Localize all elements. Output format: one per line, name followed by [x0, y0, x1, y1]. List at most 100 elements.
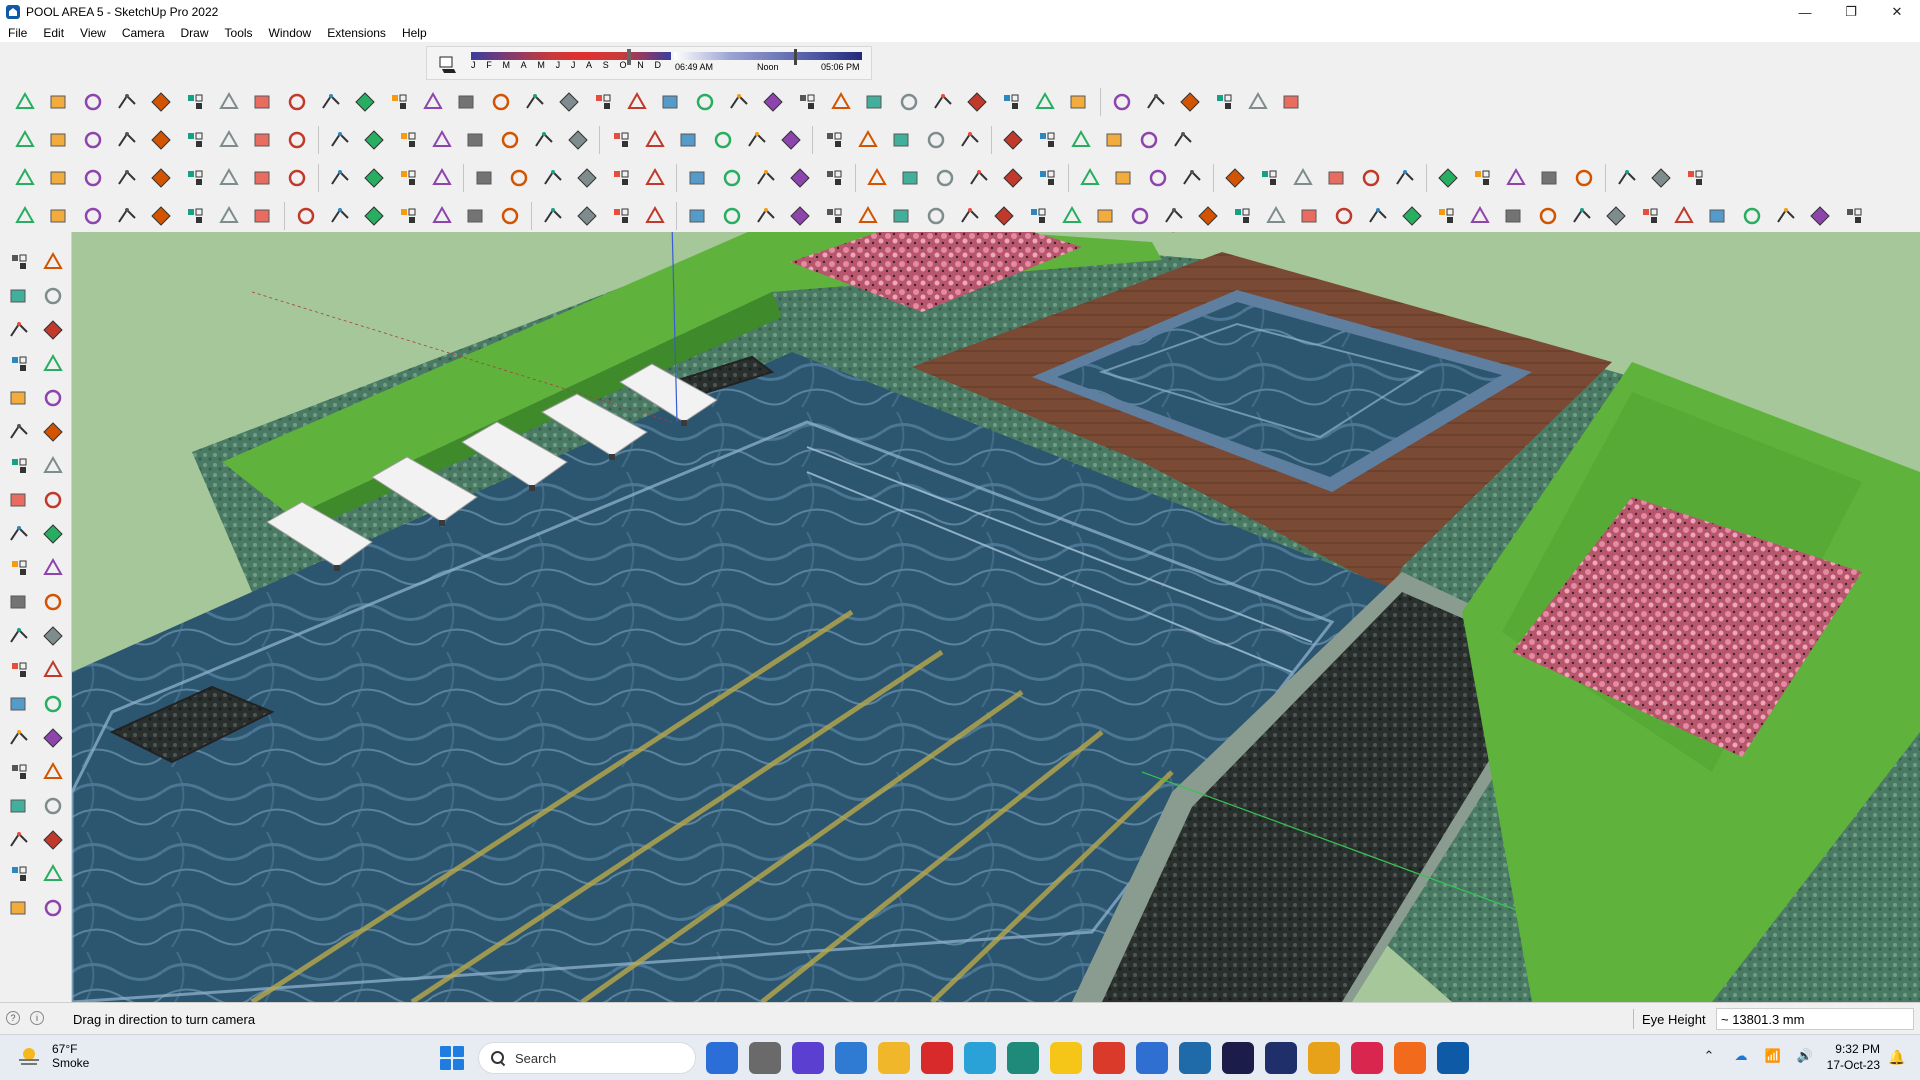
toolbar-tool-icon[interactable]	[323, 123, 357, 157]
visual-studio-icon[interactable]	[1136, 1042, 1168, 1074]
toolbar-tool-icon[interactable]	[8, 123, 42, 157]
toolbar-tool-icon[interactable]	[851, 199, 885, 233]
toolbar-tool-icon[interactable]	[1803, 199, 1837, 233]
soundcloud-icon[interactable]	[1394, 1042, 1426, 1074]
toolbar-tool-icon[interactable]	[391, 123, 425, 157]
toolbar-tool-icon[interactable]	[824, 85, 858, 119]
toolbar-tool-icon[interactable]	[8, 161, 42, 195]
notification-bell-icon[interactable]: 🔔	[1888, 1049, 1906, 1067]
toolbar-tool-icon[interactable]	[1431, 161, 1465, 195]
toolbar-tool-icon[interactable]	[860, 161, 894, 195]
toolbar-tool-icon[interactable]	[36, 858, 70, 890]
toolbar-tool-icon[interactable]	[1769, 199, 1803, 233]
toolbar-tool-icon[interactable]	[246, 85, 280, 119]
toolbar-tool-icon[interactable]	[1531, 199, 1565, 233]
toolbar-tool-icon[interactable]	[2, 348, 36, 380]
toolbar-tool-icon[interactable]	[638, 123, 672, 157]
toolbar-tool-icon[interactable]	[953, 199, 987, 233]
toolbar-tool-icon[interactable]	[2, 790, 36, 822]
menu-view[interactable]: View	[72, 26, 114, 40]
toolbar-tool-icon[interactable]	[1275, 85, 1309, 119]
toolbar-tool-icon[interactable]	[42, 123, 76, 157]
menu-window[interactable]: Window	[261, 26, 320, 40]
toolbar-tool-icon[interactable]	[740, 123, 774, 157]
toolbar-tool-icon[interactable]	[280, 85, 314, 119]
remote-app-icon[interactable]	[1007, 1042, 1039, 1074]
toolbar-tool-icon[interactable]	[2, 858, 36, 890]
toolbar-tool-icon[interactable]	[110, 85, 144, 119]
toolbar-tool-icon[interactable]	[1286, 161, 1320, 195]
toolbar-tool-icon[interactable]	[212, 161, 246, 195]
toolbar-tool-icon[interactable]	[1837, 199, 1871, 233]
toolbar-tool-icon[interactable]	[1599, 199, 1633, 233]
toolbar-tool-icon[interactable]	[36, 246, 70, 278]
telegram-icon[interactable]	[964, 1042, 996, 1074]
toolbar-tool-icon[interactable]	[212, 85, 246, 119]
toolbar-tool-icon[interactable]	[36, 314, 70, 346]
toolbar-tool-icon[interactable]	[962, 161, 996, 195]
toolbar-tool-icon[interactable]	[1073, 161, 1107, 195]
toolbar-tool-icon[interactable]	[1327, 199, 1361, 233]
toolbar-tool-icon[interactable]	[1225, 199, 1259, 233]
toolbar-tool-icon[interactable]	[36, 484, 70, 516]
chrome-icon[interactable]	[1308, 1042, 1340, 1074]
toolbar-tool-icon[interactable]	[1499, 161, 1533, 195]
chevron-up-icon[interactable]: ⌃	[1700, 1047, 1718, 1065]
close-button[interactable]: ✕	[1874, 0, 1920, 24]
toolbar-tool-icon[interactable]	[2, 552, 36, 584]
toolbar-tool-icon[interactable]	[1191, 199, 1225, 233]
toolbar-tool-icon[interactable]	[783, 199, 817, 233]
time-slider[interactable]	[674, 52, 862, 60]
time-slider-thumb[interactable]	[794, 49, 797, 65]
toolbar-tool-icon[interactable]	[1610, 161, 1644, 195]
toolbar-tool-icon[interactable]	[892, 85, 926, 119]
toolbar-tool-icon[interactable]	[817, 123, 851, 157]
toolbar-tool-icon[interactable]	[1055, 199, 1089, 233]
toolbar-tool-icon[interactable]	[1320, 161, 1354, 195]
toolbar-tool-icon[interactable]	[1173, 85, 1207, 119]
toolbar-tool-icon[interactable]	[2, 450, 36, 482]
toolbar-tool-icon[interactable]	[783, 161, 817, 195]
toolbar-tool-icon[interactable]	[1497, 199, 1531, 233]
toolbar-tool-icon[interactable]	[790, 85, 824, 119]
toolbar-tool-icon[interactable]	[246, 123, 280, 157]
toolbar-tool-icon[interactable]	[1701, 199, 1735, 233]
toolbar-tool-icon[interactable]	[536, 161, 570, 195]
menu-file[interactable]: File	[0, 26, 35, 40]
toolbar-tool-icon[interactable]	[1030, 123, 1064, 157]
menu-extensions[interactable]: Extensions	[319, 26, 394, 40]
toolbar-tool-icon[interactable]	[1735, 199, 1769, 233]
toolbar-tool-icon[interactable]	[953, 123, 987, 157]
toolbar-tool-icon[interactable]	[1678, 161, 1712, 195]
toolbar-tool-icon[interactable]	[178, 161, 212, 195]
toolbar-tool-icon[interactable]	[450, 85, 484, 119]
toolbar-tool-icon[interactable]	[178, 199, 212, 233]
toolbar-tool-icon[interactable]	[1028, 85, 1062, 119]
grammarly-icon[interactable]	[1093, 1042, 1125, 1074]
toolbar-tool-icon[interactable]	[706, 123, 740, 157]
toolbar-tool-icon[interactable]	[348, 85, 382, 119]
toolbar-tool-icon[interactable]	[36, 586, 70, 618]
toolbar-tool-icon[interactable]	[110, 199, 144, 233]
toolbar-tool-icon[interactable]	[570, 199, 604, 233]
taskbar-clock[interactable]: 9:32 PM 17-Oct-23	[1800, 1041, 1880, 1073]
geo-location-icon[interactable]: ?	[6, 1011, 20, 1025]
maximize-button[interactable]: ❐	[1828, 0, 1874, 24]
toolbar-tool-icon[interactable]	[493, 123, 527, 157]
toolbar-tool-icon[interactable]	[586, 85, 620, 119]
toolbar-tool-icon[interactable]	[2, 892, 36, 924]
toolbar-tool-icon[interactable]	[1388, 161, 1422, 195]
opera-browser-icon[interactable]	[921, 1042, 953, 1074]
toolbar-tool-icon[interactable]	[36, 382, 70, 414]
file-explorer-icon[interactable]	[878, 1042, 910, 1074]
toolbar-tool-icon[interactable]	[681, 161, 715, 195]
toolbar-tool-icon[interactable]	[885, 123, 919, 157]
toolbar-tool-icon[interactable]	[604, 123, 638, 157]
toolbar-tool-icon[interactable]	[144, 199, 178, 233]
toolbar-tool-icon[interactable]	[638, 199, 672, 233]
toolbar-tool-icon[interactable]	[8, 199, 42, 233]
measurements-input[interactable]: ~ 13801.3 mm	[1716, 1008, 1914, 1030]
toolbar-tool-icon[interactable]	[357, 123, 391, 157]
toolbar-tool-icon[interactable]	[425, 161, 459, 195]
calculator-icon[interactable]	[835, 1042, 867, 1074]
